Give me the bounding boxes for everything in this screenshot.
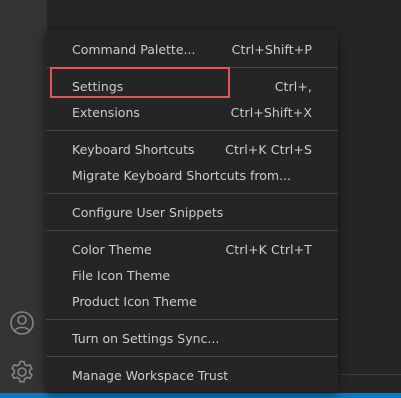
menu-item-shortcut: Ctrl+K Ctrl+S — [225, 141, 312, 157]
menu-item-label: Settings — [72, 78, 124, 94]
menu-item-migrate-keyboard-shortcuts[interactable]: Migrate Keyboard Shortcuts from... — [46, 162, 338, 188]
menu-item-product-icon-theme[interactable]: Product Icon Theme — [46, 288, 338, 314]
menu-separator — [46, 319, 338, 320]
menu-separator — [46, 67, 338, 68]
menu-item-keyboard-shortcuts[interactable]: Keyboard Shortcuts Ctrl+K Ctrl+S — [46, 136, 338, 162]
menu-item-shortcut: Ctrl+K Ctrl+T — [225, 241, 312, 257]
menu-item-command-palette[interactable]: Command Palette... Ctrl+Shift+P — [46, 36, 338, 62]
activity-bar — [0, 0, 47, 398]
menu-item-label: File Icon Theme — [72, 267, 171, 283]
menu-item-label: Manage Workspace Trust — [72, 367, 229, 383]
menu-separator — [46, 193, 338, 194]
menu-item-label: Configure User Snippets — [72, 204, 224, 220]
account-icon[interactable] — [9, 310, 35, 336]
panel-divider — [338, 374, 401, 375]
menu-item-label: Command Palette... — [72, 41, 196, 57]
menu-item-turn-on-settings-sync[interactable]: Turn on Settings Sync... — [46, 325, 338, 351]
manage-context-menu: Command Palette... Ctrl+Shift+P Settings… — [46, 30, 338, 392]
menu-item-label: Color Theme — [72, 241, 152, 257]
menu-item-extensions[interactable]: Extensions Ctrl+Shift+X — [46, 99, 338, 125]
menu-item-shortcut: Ctrl+Shift+P — [231, 41, 312, 57]
menu-separator — [46, 130, 338, 131]
menu-item-shortcut: Ctrl+Shift+X — [230, 104, 312, 120]
menu-item-shortcut: Ctrl+, — [274, 78, 312, 94]
menu-item-color-theme[interactable]: Color Theme Ctrl+K Ctrl+T — [46, 236, 338, 262]
menu-item-settings[interactable]: Settings Ctrl+, — [46, 73, 338, 99]
menu-separator — [46, 230, 338, 231]
gear-icon[interactable] — [9, 359, 35, 385]
menu-item-label: Keyboard Shortcuts — [72, 141, 195, 157]
menu-item-label: Turn on Settings Sync... — [72, 330, 220, 346]
menu-separator — [46, 356, 338, 357]
status-bar — [0, 393, 401, 398]
menu-item-label: Product Icon Theme — [72, 293, 197, 309]
menu-item-label: Extensions — [72, 104, 140, 120]
menu-item-file-icon-theme[interactable]: File Icon Theme — [46, 262, 338, 288]
menu-item-configure-user-snippets[interactable]: Configure User Snippets — [46, 199, 338, 225]
menu-item-label: Migrate Keyboard Shortcuts from... — [72, 167, 292, 183]
menu-item-manage-workspace-trust[interactable]: Manage Workspace Trust — [46, 362, 338, 388]
